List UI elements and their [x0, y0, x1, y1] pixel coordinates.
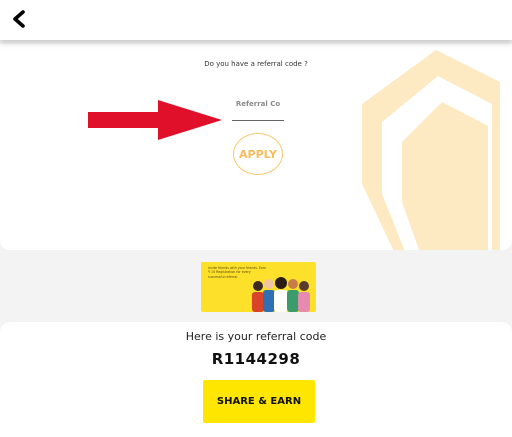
referral-code-value: R1144298: [211, 350, 301, 368]
my-referral-card: Here is your referral code R1144298 SHAR…: [0, 322, 512, 437]
back-button[interactable]: [4, 4, 34, 34]
apply-button[interactable]: APPLY: [233, 133, 283, 175]
chevron-left-icon: [13, 10, 25, 28]
referral-code-heading: Here is your referral code: [185, 330, 327, 343]
hexagon-decoration: [362, 50, 500, 250]
referral-entry-card: Do you have a referral code ? APPLY: [0, 44, 512, 250]
top-bar: [0, 0, 512, 40]
people-illustration: [252, 277, 310, 312]
red-arrow-annotation: [88, 100, 222, 140]
referral-question: Do you have a referral code ?: [204, 60, 308, 68]
share-earn-button[interactable]: SHARE & EARN: [203, 380, 315, 423]
promo-banner[interactable]: Invite friends with your friends. Earn ₹…: [201, 262, 316, 312]
referral-code-input[interactable]: [232, 88, 284, 121]
